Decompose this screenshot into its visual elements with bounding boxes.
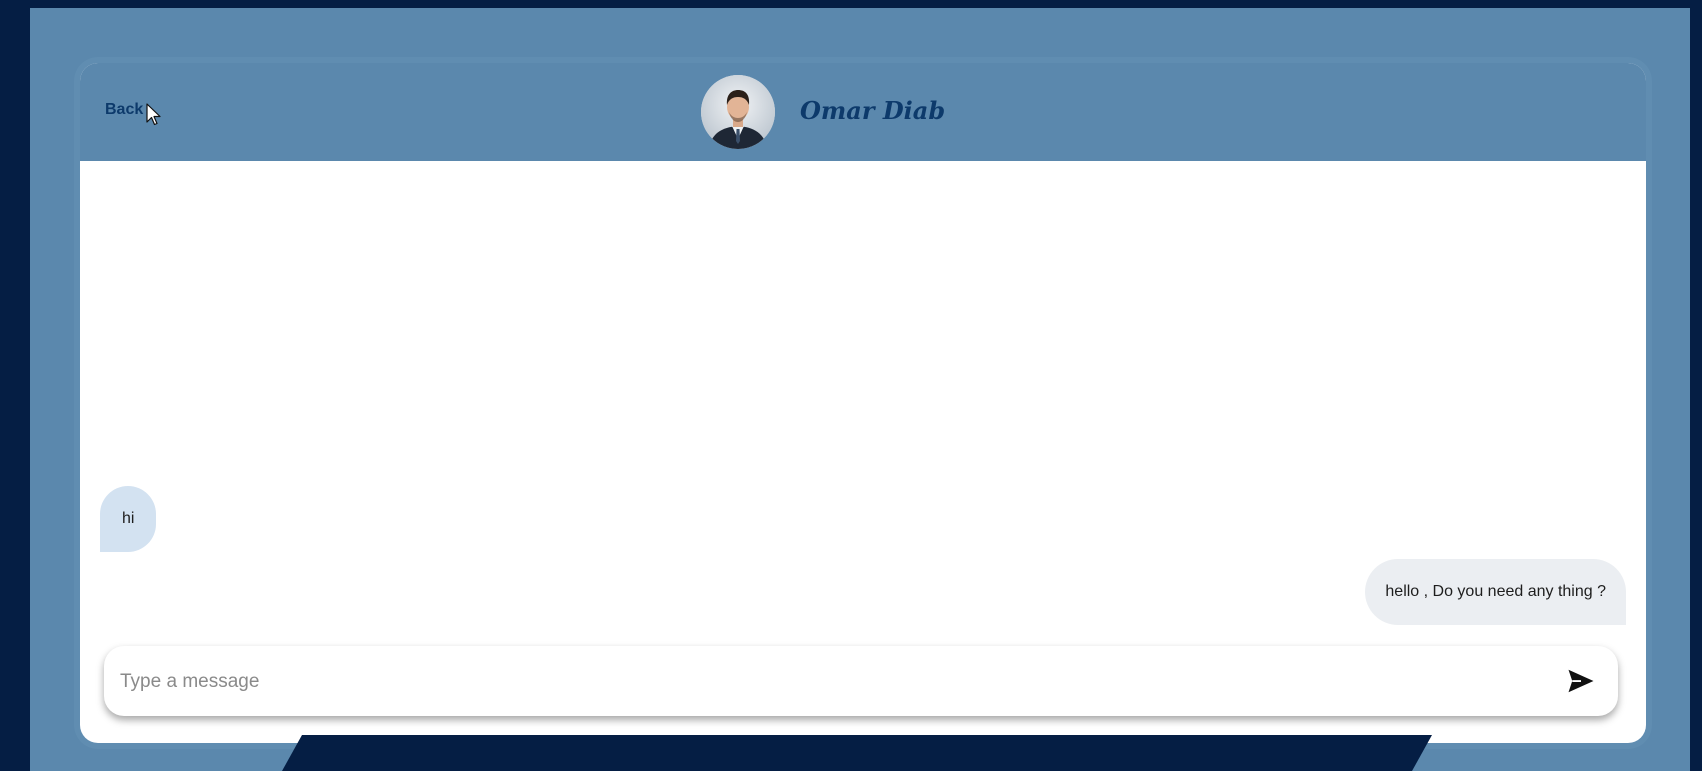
message-input[interactable] — [118, 660, 1522, 704]
profile-photo — [701, 75, 775, 149]
app-stage: Back Omar Diab hi hello , Do you need an… — [0, 0, 1702, 771]
footer-decoration — [282, 735, 1432, 771]
message-composer — [104, 646, 1618, 716]
send-icon[interactable] — [1566, 666, 1596, 696]
message-list: hi hello , Do you need any thing ? — [80, 161, 1646, 631]
incoming-message-bubble: hi — [100, 486, 157, 552]
chat-window: Back Omar Diab hi hello , Do you need an… — [80, 63, 1646, 743]
contact-name: Omar Diab — [800, 96, 946, 125]
back-button[interactable]: Back — [105, 101, 143, 119]
avatar[interactable] — [701, 75, 775, 149]
mouse-cursor-icon — [146, 103, 161, 126]
outgoing-message-bubble: hello , Do you need any thing ? — [1365, 559, 1626, 625]
chat-header: Back Omar Diab — [80, 63, 1646, 161]
